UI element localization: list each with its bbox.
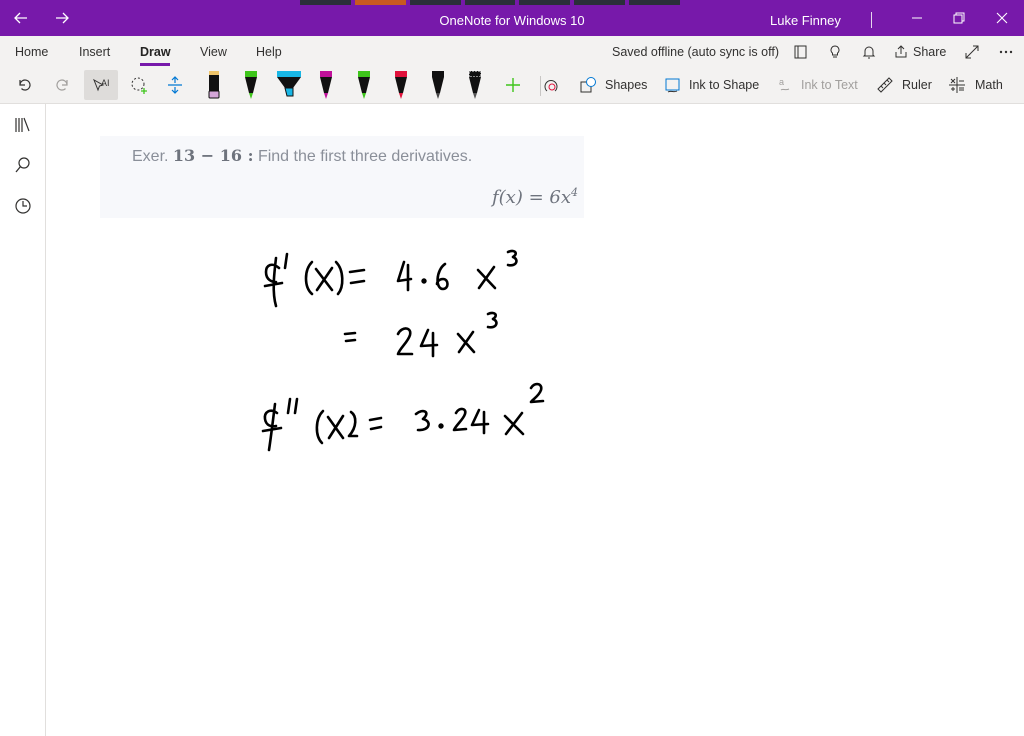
- ink-to-shape-icon[interactable]: [662, 70, 684, 100]
- tab-view[interactable]: View: [200, 45, 227, 59]
- notebook-view-icon[interactable]: [792, 43, 810, 61]
- redo-icon[interactable]: [49, 70, 75, 100]
- share-button[interactable]: Share: [913, 45, 946, 59]
- draw-toolbar: AI Shapes Ink to Shape a Ink to Text Rul…: [0, 66, 1024, 104]
- svg-text:AI: AI: [101, 78, 110, 88]
- ruler-icon[interactable]: [874, 70, 896, 100]
- exercise-prefix: Exer.: [132, 148, 169, 165]
- green-pen-2-icon[interactable]: [350, 70, 378, 100]
- exercise-statement: Exer. 13 − 16 : Find the first three der…: [132, 146, 472, 166]
- ink-to-shape-button[interactable]: Ink to Shape: [689, 78, 759, 92]
- svg-text:a: a: [779, 77, 784, 87]
- taskbar-strip: [300, 0, 681, 5]
- title-divider: [871, 12, 872, 28]
- lightbulb-icon[interactable]: [826, 43, 844, 61]
- tab-home[interactable]: Home: [15, 45, 48, 59]
- title-bar: OneNote for Windows 10 Luke Finney: [0, 0, 1024, 36]
- minimize-icon[interactable]: [907, 8, 927, 28]
- share-icon[interactable]: [892, 43, 910, 61]
- tab-insert[interactable]: Insert: [79, 45, 110, 59]
- green-pen-icon[interactable]: [237, 70, 265, 100]
- function-exponent: 4: [571, 186, 578, 199]
- type-select-icon[interactable]: AI: [84, 70, 118, 100]
- lasso-select-icon[interactable]: [124, 70, 154, 100]
- ink-to-text-button: Ink to Text: [801, 78, 858, 92]
- more-options-icon[interactable]: [997, 43, 1015, 61]
- function-base: f(x) = 6x: [492, 187, 571, 208]
- exercise-range: 13 − 16 :: [172, 146, 254, 165]
- shapes-button[interactable]: Shapes: [605, 78, 647, 92]
- user-name[interactable]: Luke Finney: [770, 13, 841, 28]
- shapes-icon[interactable]: [577, 70, 599, 100]
- expand-icon[interactable]: [963, 43, 981, 61]
- red-pen-icon[interactable]: [387, 70, 415, 100]
- tab-help[interactable]: Help: [256, 45, 282, 59]
- cyan-highlighter-icon[interactable]: [272, 70, 306, 100]
- ink-replay-icon[interactable]: [539, 70, 565, 100]
- exercise-instruction: Find the first three derivatives.: [257, 148, 473, 165]
- function-formula: f(x) = 6x4: [492, 186, 578, 208]
- black-pen-icon[interactable]: [424, 70, 452, 100]
- magenta-pen-icon[interactable]: [312, 70, 340, 100]
- math-icon[interactable]: [946, 70, 968, 100]
- tab-draw[interactable]: Draw: [140, 45, 171, 59]
- bell-icon[interactable]: [860, 43, 878, 61]
- add-space-icon[interactable]: [161, 70, 189, 100]
- ribbon-tabs: Home Insert Draw View Help Saved offline…: [0, 36, 1024, 66]
- undo-icon[interactable]: [12, 70, 38, 100]
- black-pencil-icon[interactable]: [461, 70, 489, 100]
- ink-to-text-icon: a: [774, 70, 796, 100]
- ruler-button[interactable]: Ruler: [902, 78, 932, 92]
- black-marker-icon[interactable]: [200, 70, 228, 100]
- search-icon[interactable]: [13, 155, 33, 175]
- recent-clock-icon[interactable]: [13, 196, 33, 216]
- sync-status: Saved offline (auto sync is off): [612, 45, 779, 59]
- arrow-left-icon[interactable]: [11, 8, 31, 28]
- add-pen-icon[interactable]: [500, 70, 526, 100]
- arrow-right-icon[interactable]: [52, 8, 72, 28]
- restore-icon[interactable]: [949, 8, 969, 28]
- exercise-image: Exer. 13 − 16 : Find the first three der…: [100, 136, 584, 218]
- notebooks-icon[interactable]: [13, 115, 33, 135]
- math-button[interactable]: Math: [975, 78, 1003, 92]
- close-icon[interactable]: [992, 8, 1012, 28]
- navigation-rail: [0, 104, 46, 736]
